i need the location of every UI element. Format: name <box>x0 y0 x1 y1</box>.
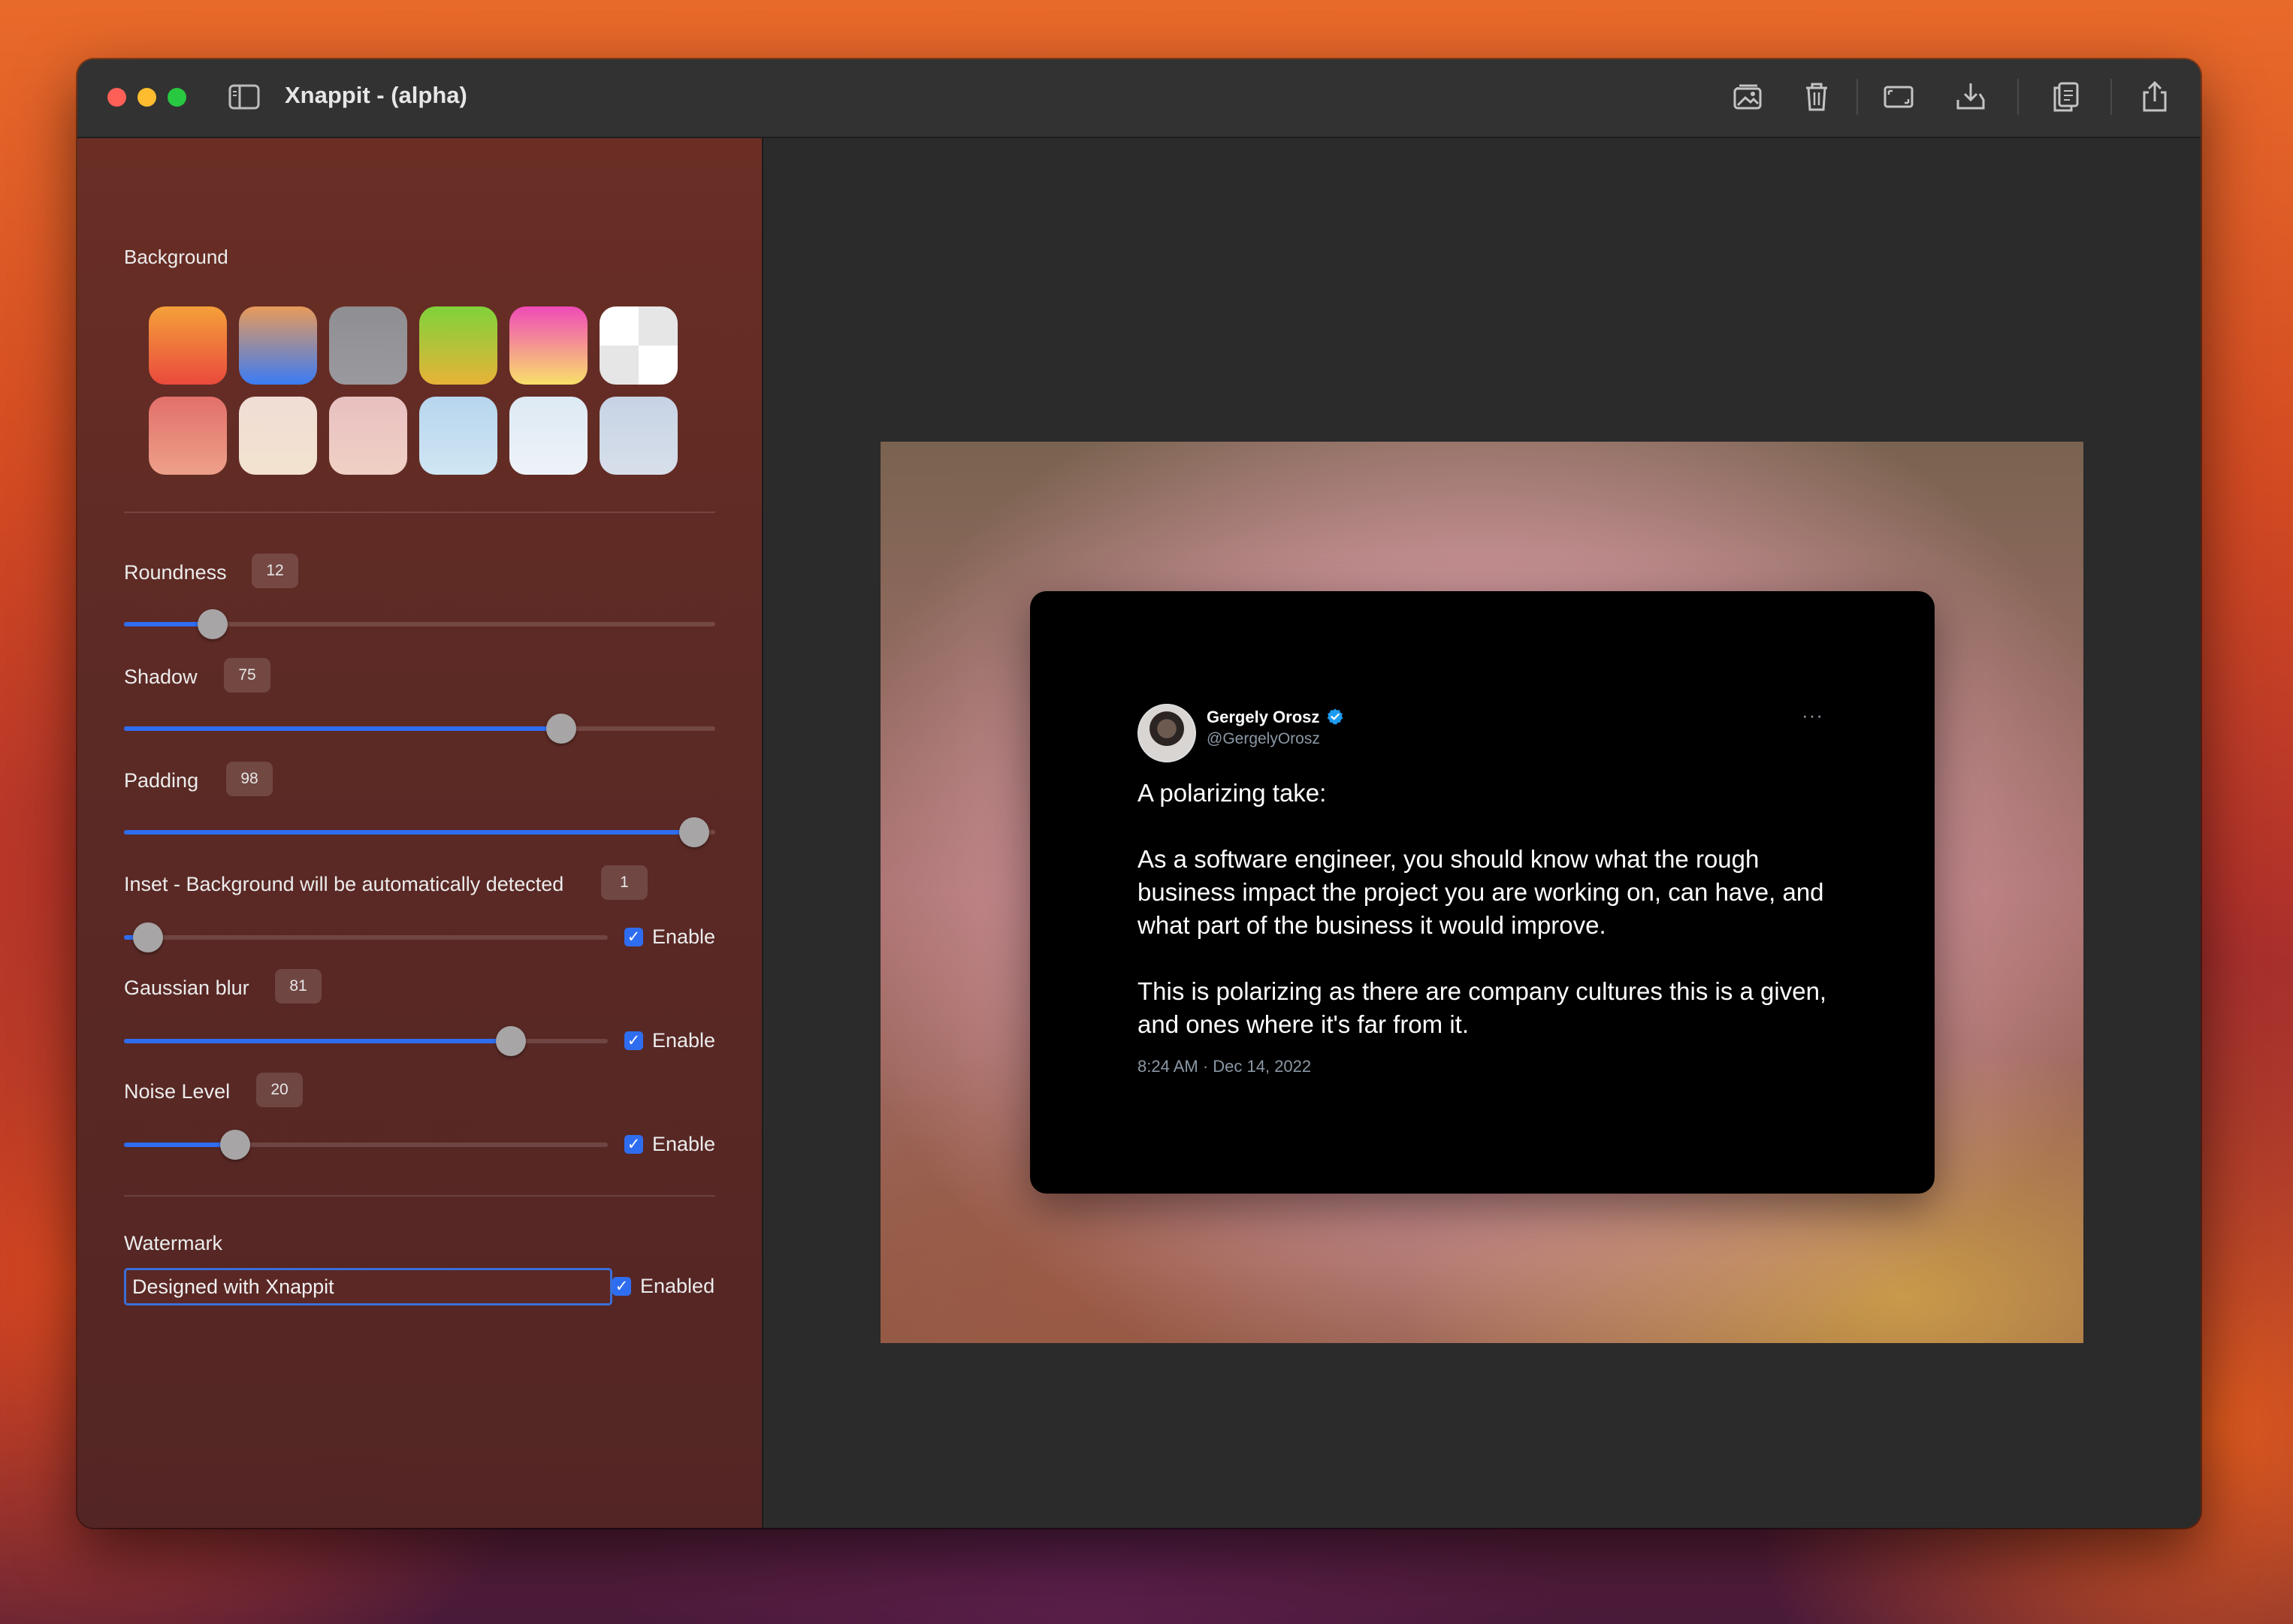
tweet-timestamp: 8:24 AM · Dec 14, 2022 <box>1137 1057 1312 1076</box>
verified-badge-icon <box>1327 708 1343 725</box>
watermark-enabled-label: Enabled <box>640 1275 715 1297</box>
preview-image[interactable]: Gergely Orosz @GergelyOrosz ··· A polari… <box>881 442 2083 1343</box>
close-window-button[interactable] <box>107 88 126 107</box>
author-avatar <box>1137 704 1196 762</box>
titlebar: Xnappit - (alpha) <box>77 59 2201 138</box>
preview-canvas: Gergely Orosz @GergelyOrosz ··· A polari… <box>763 138 2201 1528</box>
swatch-gray[interactable] <box>329 306 407 385</box>
gaussian-blur-slider[interactable] <box>124 1026 608 1056</box>
watermark-label: Watermark <box>124 1232 223 1254</box>
tweet-card: Gergely Orosz @GergelyOrosz ··· A polari… <box>1030 591 1935 1194</box>
roundness-slider-knob[interactable] <box>198 609 228 639</box>
more-options-icon: ··· <box>1802 704 1823 726</box>
noise-level-enable-checkbox[interactable]: ✓ Enable <box>624 1133 715 1156</box>
watermark-enabled-checkbox[interactable]: ✓ Enabled <box>612 1275 714 1298</box>
gaussian-blur-value: 81 <box>275 969 322 1004</box>
shadow-slider[interactable] <box>124 714 715 744</box>
swatch-periwinkle[interactable] <box>600 397 678 475</box>
roundness-label: Roundness <box>124 561 227 584</box>
swatch-orange-red-gradient[interactable] <box>149 306 227 385</box>
swatch-salmon[interactable] <box>149 397 227 475</box>
trash-icon[interactable] <box>1799 79 1835 115</box>
swatch-orange-blue-gradient[interactable] <box>239 306 317 385</box>
roundness-value: 12 <box>252 554 298 588</box>
inset-enable-checkbox[interactable]: ✓ Enable <box>624 925 715 949</box>
divider <box>124 512 715 513</box>
copy-icon[interactable] <box>2047 79 2083 115</box>
gaussian-blur-slider-knob[interactable] <box>496 1026 527 1056</box>
padding-slider[interactable] <box>124 817 715 847</box>
author-name: Gergely Orosz <box>1207 708 1320 726</box>
settings-sidebar: Background Roundness 12 Shadow 75 Paddin… <box>77 138 763 1528</box>
padding-label: Padding <box>124 769 199 792</box>
swatch-pink-yellow-gradient[interactable] <box>509 306 588 385</box>
roundness-slider[interactable] <box>124 609 715 639</box>
tweet-paragraph: A polarizing take: <box>1137 779 1327 807</box>
noise-level-slider-knob[interactable] <box>220 1130 251 1160</box>
checkmark-icon[interactable]: ✓ <box>612 1277 631 1296</box>
swatch-pale-blue[interactable] <box>509 397 588 475</box>
crop-icon[interactable] <box>1881 79 1917 115</box>
padding-slider-knob[interactable] <box>679 817 710 847</box>
add-image-icon[interactable] <box>1730 79 1766 115</box>
gaussian-blur-enable-label: Enable <box>652 1029 716 1052</box>
save-icon[interactable] <box>1953 79 1989 115</box>
gaussian-blur-enable-checkbox[interactable]: ✓ Enable <box>624 1029 715 1052</box>
padding-value: 98 <box>226 762 273 796</box>
shadow-label: Shadow <box>124 666 198 688</box>
inset-value: 1 <box>601 865 648 900</box>
checkmark-icon[interactable]: ✓ <box>624 1031 643 1050</box>
shadow-value: 75 <box>224 658 270 693</box>
watermark-input[interactable] <box>124 1268 612 1306</box>
inset-enable-label: Enable <box>652 925 716 948</box>
app-window: Xnappit - (alpha) Background Roundness 1… <box>77 59 2201 1528</box>
padding-slider-fill <box>124 830 695 835</box>
toolbar-separator <box>1856 79 1858 115</box>
tweet-text: A polarizing take: As a software enginee… <box>1137 777 1859 1041</box>
shadow-slider-knob[interactable] <box>546 714 577 744</box>
noise-level-slider-fill <box>124 1143 236 1147</box>
gaussian-blur-slider-fill <box>124 1039 512 1043</box>
tweet-paragraph: This is polarizing as there are company … <box>1137 977 1827 1038</box>
noise-level-label: Noise Level <box>124 1080 231 1103</box>
swatch-cream[interactable] <box>239 397 317 475</box>
swatch-green-yellow-gradient[interactable] <box>419 306 497 385</box>
toolbar-separator <box>2110 79 2112 115</box>
share-icon[interactable] <box>2137 79 2173 115</box>
tweet-paragraph: As a software engineer, you should know … <box>1137 845 1824 939</box>
checkmark-icon[interactable]: ✓ <box>624 1135 643 1154</box>
author-handle: @GergelyOrosz <box>1207 730 1320 747</box>
minimize-window-button[interactable] <box>137 88 156 107</box>
window-title: Xnappit - (alpha) <box>285 82 467 108</box>
inset-slider[interactable] <box>124 922 608 952</box>
inset-slider-knob[interactable] <box>133 922 164 952</box>
swatch-checker-white[interactable] <box>600 306 678 385</box>
swatch-blush[interactable] <box>329 397 407 475</box>
noise-level-enable-label: Enable <box>652 1133 716 1155</box>
swatch-light-blue[interactable] <box>419 397 497 475</box>
zoom-window-button[interactable] <box>168 88 186 107</box>
divider <box>124 1195 715 1197</box>
noise-level-slider[interactable] <box>124 1130 608 1160</box>
noise-level-value: 20 <box>256 1073 303 1107</box>
inset-label: Inset - Background will be automatically… <box>124 873 564 895</box>
toolbar-separator <box>2017 79 2019 115</box>
gaussian-blur-label: Gaussian blur <box>124 977 249 999</box>
checkmark-icon[interactable]: ✓ <box>624 928 643 946</box>
background-label: Background <box>124 246 228 268</box>
shadow-slider-fill <box>124 726 562 731</box>
sidebar-toggle-icon[interactable] <box>228 83 261 110</box>
